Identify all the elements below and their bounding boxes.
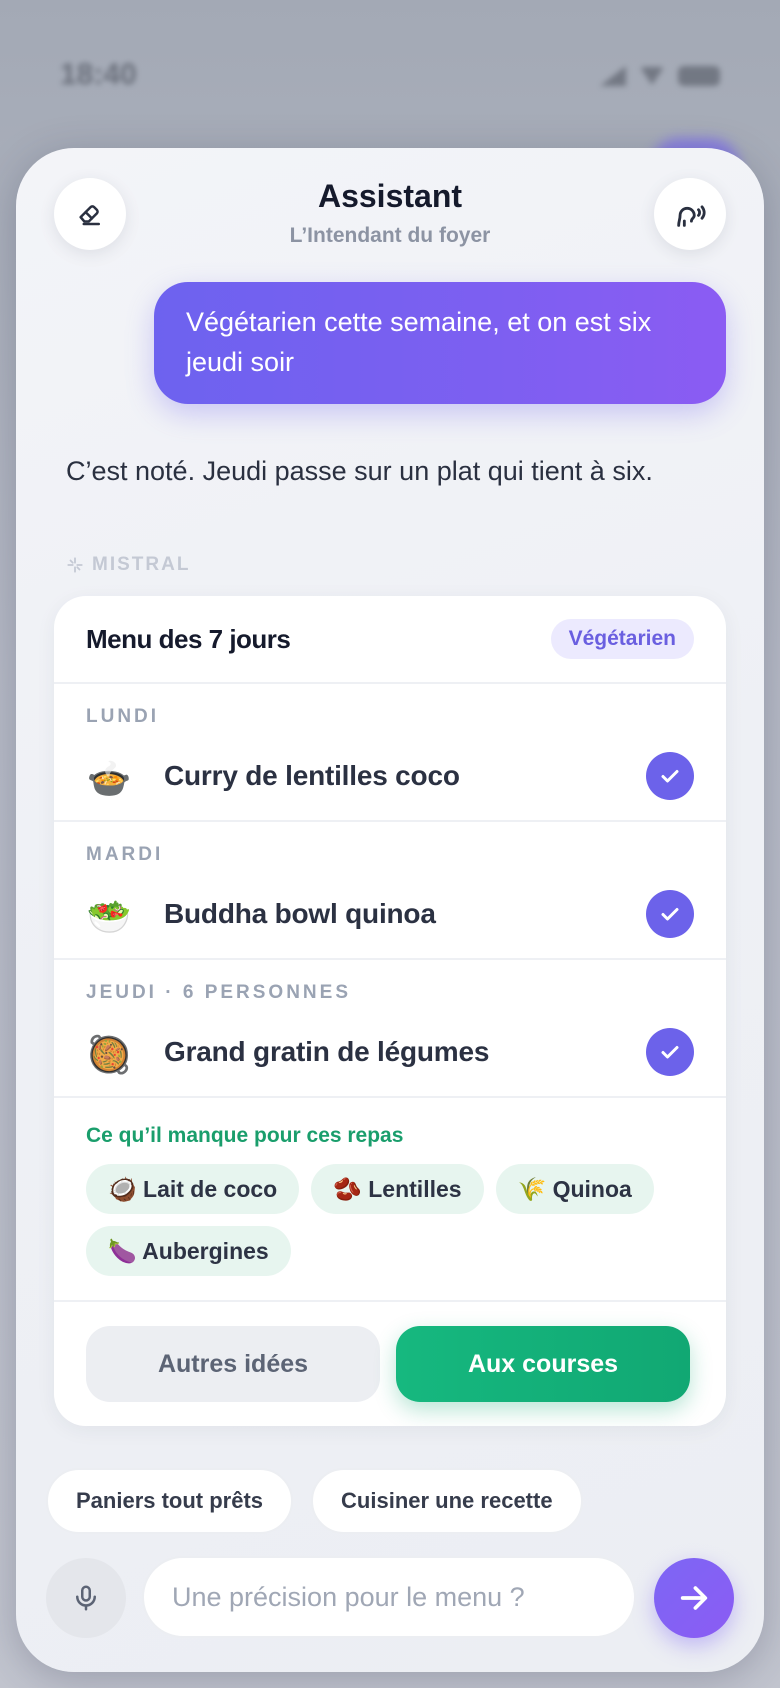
send-button[interactable] (654, 1558, 734, 1638)
assistant-sheet: Assistant L’Intendant du foyer Végétarie… (16, 148, 764, 1672)
checkmark-icon (661, 908, 679, 921)
diet-badge[interactable]: Végétarien (550, 619, 694, 659)
menu-card-header: Menu des 7 jours Végétarien (54, 596, 726, 684)
assistant-source: MISTRAL (66, 554, 190, 576)
missing-ingredients-section: Ce qu’il manque pour ces repas 🥥 Lait de… (54, 1098, 726, 1302)
dish-name: Grand gratin de légumes (164, 1036, 490, 1067)
microphone-button[interactable] (46, 1558, 126, 1638)
dish-name: Curry de lentilles coco (164, 760, 460, 791)
dish-check-toggle[interactable] (646, 1028, 694, 1076)
assistant-message: C’est noté. Jeudi passe sur un plat qui … (66, 456, 653, 486)
status-bar: 18:40 (0, 0, 780, 150)
salad-bowl-icon: 🥗 (86, 896, 132, 937)
ingredient-chip-aubergines[interactable]: 🍆 Aubergines (86, 1226, 291, 1276)
day-label: JEUDI · 6 PERSONNES (86, 982, 351, 1003)
go-shopping-button[interactable]: Aux courses (396, 1326, 690, 1402)
dish-check-toggle[interactable] (646, 752, 694, 800)
page-title: Assistant (317, 178, 463, 214)
suggestion-chips: Paniers tout prêts Cuisiner une recette (46, 1468, 583, 1534)
ingredient-chip-lait-de-coco[interactable]: 🥥 Lait de coco (86, 1164, 300, 1214)
assistant-source-label: MISTRAL (92, 554, 191, 575)
ingredient-chip-quinoa[interactable]: 🌾 Quinoa (495, 1164, 654, 1214)
dish-check-toggle[interactable] (646, 890, 694, 938)
menu-day-mardi[interactable]: MARDI 🥗 Buddha bowl quinoa (54, 822, 726, 960)
user-message-bubble: Végétarien cette semaine, et on est six … (154, 282, 726, 404)
menu-day-jeudi[interactable]: JEUDI · 6 PERSONNES 🥘 Grand gratin de lé… (54, 960, 726, 1098)
menu-card-actions: Autres idées Aux courses (54, 1302, 726, 1402)
status-icons (600, 66, 720, 86)
other-ideas-button[interactable]: Autres idées (86, 1326, 380, 1402)
missing-ingredients-title: Ce qu’il manque pour ces repas (86, 1124, 404, 1147)
menu-card-title: Menu des 7 jours (86, 623, 291, 654)
suggestion-ready-baskets[interactable]: Paniers tout prêts (46, 1468, 294, 1534)
microphone-icon (76, 1585, 96, 1611)
battery-icon (678, 66, 720, 86)
menu-card: Menu des 7 jours Végétarien LUNDI 🍲 Curr… (54, 596, 726, 1426)
arrow-right-icon (680, 1586, 708, 1610)
dish-name: Buddha bowl quinoa (164, 898, 436, 929)
signal-icon (600, 66, 626, 86)
checkmark-icon (661, 770, 679, 783)
message-input[interactable] (142, 1556, 636, 1638)
sparkle-icon (67, 557, 83, 573)
status-time: 18:40 (60, 58, 137, 91)
missing-ingredients-list: 🥥 Lait de coco 🫘 Lentilles 🌾 Quinoa 🍆 Au… (86, 1164, 694, 1276)
ingredient-chip-lentilles[interactable]: 🫘 Lentilles (311, 1164, 484, 1214)
day-label: LUNDI (86, 706, 160, 727)
curry-pot-icon: 🍲 (86, 758, 132, 799)
checkmark-icon (661, 1046, 679, 1059)
suggestion-cook-recipe[interactable]: Cuisiner une recette (311, 1468, 583, 1534)
page-subtitle: L’Intendant du foyer (289, 224, 491, 247)
wifi-icon (640, 67, 664, 85)
voice-mode-button[interactable] (654, 178, 726, 250)
day-label: MARDI (86, 844, 164, 865)
voice-icon (677, 205, 706, 227)
paella-pan-icon: 🥘 (86, 1034, 132, 1075)
menu-day-lundi[interactable]: LUNDI 🍲 Curry de lentilles coco (54, 684, 726, 822)
